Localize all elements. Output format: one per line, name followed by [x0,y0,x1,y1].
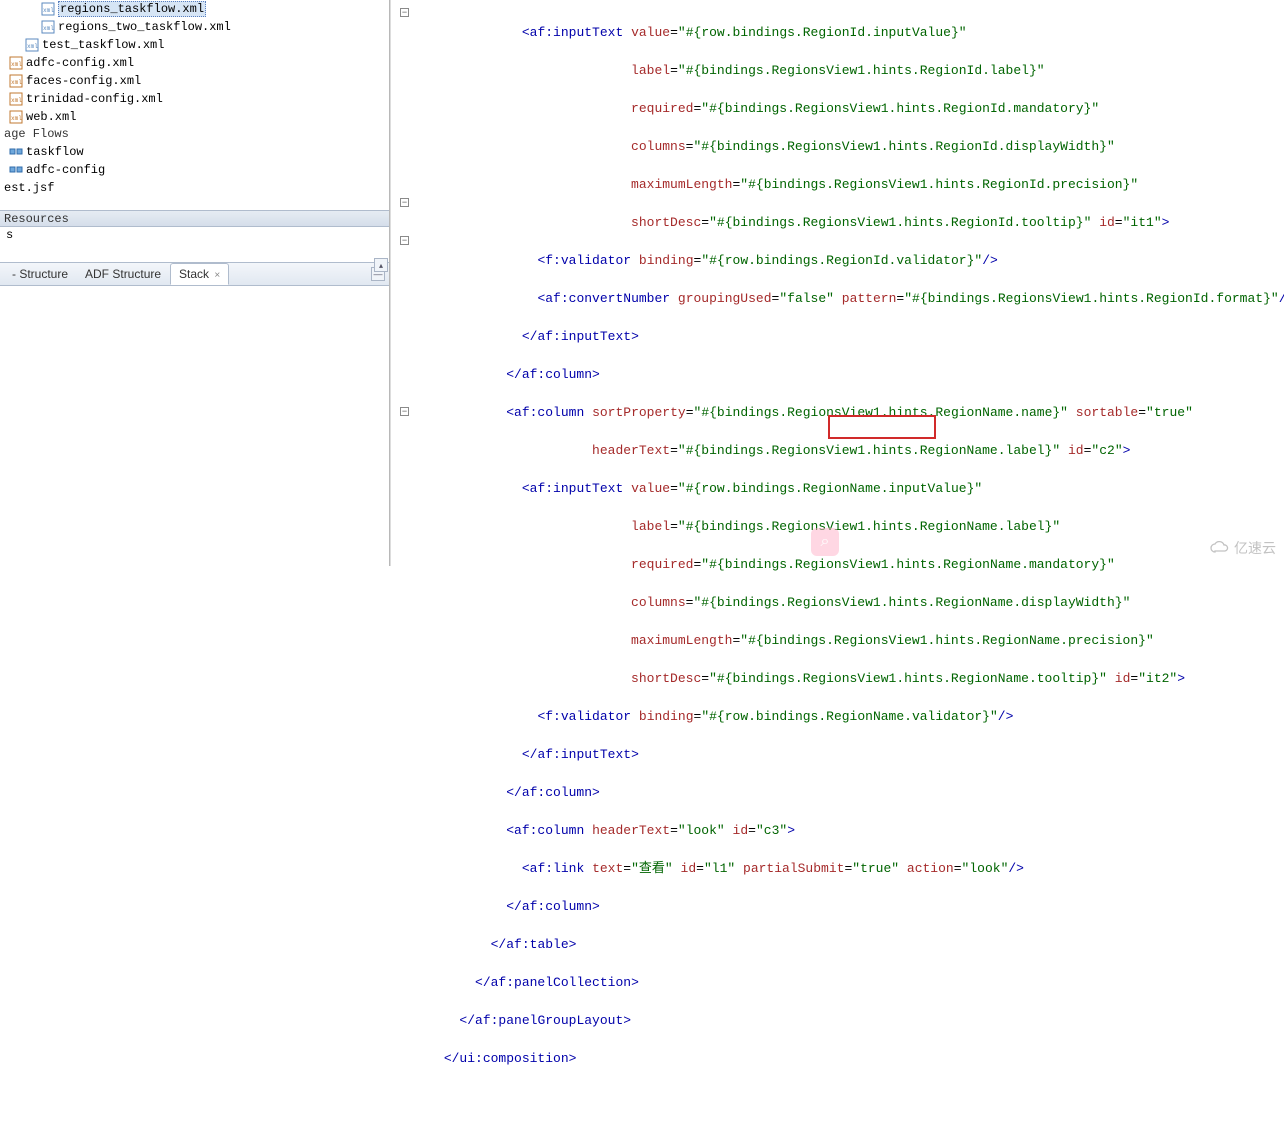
code-line: shortDesc="#{bindings.RegionsView1.hints… [397,669,1284,688]
code-line: <af:link text="查看" id="l1" partialSubmit… [397,859,1284,878]
tree-item-taskflow[interactable]: taskflow [0,143,389,161]
code-line: <af:column headerText="look" id="c3"> [397,821,1284,840]
code-editor-body[interactable]: <af:inputText value="#{row.bindings.Regi… [391,0,1284,566]
resources-sub-label: s [0,227,389,244]
code-line: <af:inputText value="#{row.bindings.Regi… [397,479,1284,498]
tree-item-regions-two-taskflow[interactable]: xml regions_two_taskflow.xml [0,18,389,36]
code-line: </af:column> [397,365,1284,384]
code-line: maximumLength="#{bindings.RegionsView1.h… [397,631,1284,650]
tab-adf-structure[interactable]: ADF Structure [77,264,170,284]
tree-item-adfc-config-flow[interactable]: adfc-config [0,161,389,179]
flow-icon [8,144,24,160]
code-line: <f:validator binding="#{row.bindings.Reg… [397,251,1284,270]
tree-item-label: adfc-config [26,163,105,177]
code-line: </af:inputText> [397,327,1284,346]
svg-text:xml: xml [11,79,22,86]
svg-text:xml: xml [27,43,38,50]
code-line: </af:column> [397,897,1284,916]
code-editor-panel: − − − − <af:inputText value="#{row.bindi… [390,0,1284,566]
xml-file-icon: xml [40,1,56,17]
flow-icon [8,162,24,178]
code-line: </ui:composition> [397,1049,1284,1068]
svg-text:xml: xml [43,7,54,14]
tree-item-label: web.xml [26,110,76,124]
tree-item-label: taskflow [26,145,84,159]
project-tree[interactable]: xml regions_taskflow.xml xml regions_two… [0,0,389,210]
tree-item-web-xml[interactable]: xml web.xml [0,108,389,126]
svg-text:xml: xml [11,61,22,68]
svg-text:xml: xml [11,97,22,104]
tree-item-faces-config[interactable]: xml faces-config.xml [0,72,389,90]
code-line: label="#{bindings.RegionsView1.hints.Reg… [397,61,1284,80]
tree-item-regions-taskflow[interactable]: xml regions_taskflow.xml [0,0,389,18]
code-line: <af:convertNumber groupingUsed="false" p… [397,289,1284,308]
tree-item-label: trinidad-config.xml [26,92,163,106]
tree-item-est-jsf[interactable]: est.jsf [0,179,389,197]
xml-file-icon: xml [8,91,24,107]
code-line: maximumLength="#{bindings.RegionsView1.h… [397,175,1284,194]
search-icon: ⌕ [821,533,830,551]
code-line: shortDesc="#{bindings.RegionsView1.hints… [397,213,1284,232]
resources-section-header[interactable]: Resources [0,210,389,227]
tree-item-trinidad-config[interactable]: xml trinidad-config.xml [0,90,389,108]
tree-item-adfc-config[interactable]: xml adfc-config.xml [0,54,389,72]
xml-file-icon: xml [8,109,24,125]
code-line: <af:inputText value="#{row.bindings.Regi… [397,23,1284,42]
project-navigator-panel: xml regions_taskflow.xml xml regions_two… [0,0,390,566]
code-line: required="#{bindings.RegionsView1.hints.… [397,99,1284,118]
tab-structure[interactable]: - Structure [4,264,77,284]
watermark-text: 亿速云 [1234,538,1276,558]
structure-panel-tabs: - Structure ADF Structure Stack × — [0,262,389,286]
tab-stack[interactable]: Stack × [170,263,229,285]
tree-item-test-taskflow[interactable]: xml test_taskflow.xml [0,36,389,54]
tree-item-label: est.jsf [4,181,54,195]
code-line: columns="#{bindings.RegionsView1.hints.R… [397,137,1284,156]
code-line: </af:table> [397,935,1284,954]
code-line: label="#{bindings.RegionsView1.hints.Reg… [397,517,1284,536]
code-line: </af:panelGroupLayout> [397,1011,1284,1030]
code-line: headerText="#{bindings.RegionsView1.hint… [397,441,1284,460]
scroll-up-button[interactable]: ▴ [374,258,388,272]
tab-label: Stack [179,267,209,281]
xml-file-icon: xml [24,37,40,53]
svg-text:xml: xml [43,25,54,32]
xml-file-icon: xml [40,19,56,35]
code-line: </af:inputText> [397,745,1284,764]
cloud-icon [1210,541,1230,555]
page-flows-section[interactable]: age Flows [0,126,389,143]
tree-item-label: test_taskflow.xml [42,38,164,52]
code-line: required="#{bindings.RegionsView1.hints.… [397,555,1284,574]
close-icon[interactable]: × [214,270,220,281]
code-line: columns="#{bindings.RegionsView1.hints.R… [397,593,1284,612]
tree-item-label: adfc-config.xml [26,56,134,70]
tree-item-label: regions_two_taskflow.xml [58,20,231,34]
xml-file-icon: xml [8,73,24,89]
site-watermark: 亿速云 [1210,538,1276,558]
code-line: <af:column sortProperty="#{bindings.Regi… [397,403,1284,422]
code-line: </af:column> [397,783,1284,802]
structure-panel-body [0,286,389,566]
search-watermark-icon: ⌕ [811,528,839,556]
xml-file-icon: xml [8,55,24,71]
code-line: </af:panelCollection> [397,973,1284,992]
tree-item-label: faces-config.xml [26,74,141,88]
svg-text:xml: xml [11,115,22,122]
chevron-up-icon: ▴ [379,261,383,270]
tree-item-label: regions_taskflow.xml [58,1,206,17]
code-line: <f:validator binding="#{row.bindings.Reg… [397,707,1284,726]
